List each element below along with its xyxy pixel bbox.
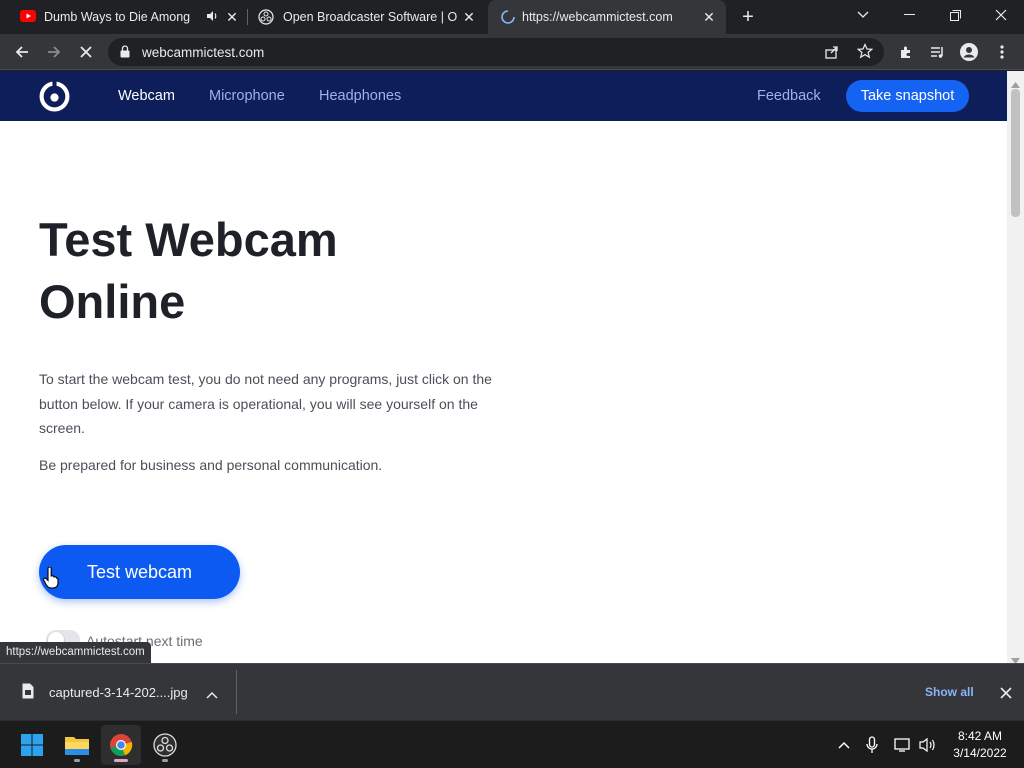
- chevron-up-icon[interactable]: [834, 734, 854, 756]
- menu-kebab-icon[interactable]: [988, 38, 1016, 66]
- file-explorer-icon[interactable]: [57, 725, 97, 765]
- active-indicator: [114, 759, 128, 762]
- take-snapshot-button[interactable]: Take snapshot: [846, 80, 969, 112]
- test-webcam-button[interactable]: Test webcam: [39, 545, 240, 599]
- close-icon[interactable]: ✕: [460, 8, 478, 26]
- forward-button[interactable]: [40, 38, 68, 66]
- tab-title: Dumb Ways to Die Among Us: [44, 10, 194, 24]
- extensions-icon[interactable]: [892, 38, 920, 66]
- nav-headphones[interactable]: Headphones: [319, 88, 401, 104]
- intro-text: To start the webcam test, you do not nee…: [39, 371, 492, 436]
- browser-toolbar: webcammictest.com: [0, 34, 1024, 70]
- tab-webcammictest[interactable]: https://webcammictest.com ✕: [488, 0, 726, 34]
- tab-strip: Dumb Ways to Die Among Us ✕ Open Broadca…: [0, 0, 1024, 34]
- obs-icon: [258, 9, 274, 28]
- running-indicator: [74, 759, 80, 762]
- stop-loading-button[interactable]: [72, 38, 100, 66]
- microphone-icon[interactable]: [862, 734, 882, 756]
- show-all-button[interactable]: Show all: [925, 685, 974, 699]
- close-shelf-icon[interactable]: [1000, 686, 1012, 704]
- network-icon[interactable]: [893, 734, 913, 756]
- hand-cursor-icon: [43, 566, 59, 594]
- link-status-bubble: https://webcammictest.com: [0, 642, 151, 663]
- file-icon: [22, 683, 34, 704]
- site-logo-icon[interactable]: [38, 80, 71, 118]
- youtube-icon: [20, 10, 36, 25]
- speaker-icon[interactable]: [205, 9, 219, 26]
- tab-search-button[interactable]: [840, 0, 886, 30]
- new-tab-button[interactable]: +: [736, 6, 760, 28]
- obs-taskbar-icon[interactable]: [145, 725, 185, 765]
- download-shelf: captured-3-14-202....jpg Show all: [0, 663, 1024, 720]
- volume-icon[interactable]: [918, 734, 938, 756]
- media-control-icon[interactable]: [923, 38, 951, 66]
- loading-spinner-icon: [500, 9, 516, 28]
- clock-time: 8:42 AM: [957, 729, 1003, 743]
- close-icon[interactable]: ✕: [223, 8, 241, 26]
- close-icon[interactable]: ✕: [700, 8, 718, 26]
- url-text[interactable]: webcammictest.com: [142, 45, 264, 60]
- scrollbar-thumb[interactable]: [1011, 89, 1020, 217]
- windows-taskbar: 8:42 AM 3/14/2022: [0, 720, 1024, 768]
- taskbar-clock[interactable]: 8:42 AM 3/14/2022: [944, 728, 1016, 762]
- nav-webcam[interactable]: Webcam: [118, 88, 175, 104]
- site-navbar: Webcam Microphone Headphones Feedback Ta…: [0, 71, 1007, 121]
- tab-youtube[interactable]: Dumb Ways to Die Among Us ✕: [8, 0, 245, 34]
- page-scrollbar[interactable]: [1007, 71, 1024, 664]
- chrome-icon[interactable]: [101, 725, 141, 765]
- download-divider: [236, 670, 237, 714]
- chevron-up-icon[interactable]: [206, 686, 218, 704]
- page-title: Test Webcam Online: [39, 213, 338, 328]
- tab-title: https://webcammictest.com: [522, 10, 673, 24]
- minimize-button[interactable]: [886, 0, 932, 30]
- lock-icon[interactable]: [120, 45, 130, 63]
- prepared-text: Be prepared for business and personal co…: [39, 457, 383, 473]
- back-button[interactable]: [8, 38, 36, 66]
- profile-avatar-icon[interactable]: [955, 38, 983, 66]
- tab-title: Open Broadcaster Software | OBS: [283, 10, 458, 24]
- running-indicator: [162, 759, 168, 762]
- tab-obs[interactable]: Open Broadcaster Software | OBS ✕: [248, 0, 486, 34]
- web-page: Webcam Microphone Headphones Feedback Ta…: [0, 71, 1007, 663]
- download-filename[interactable]: captured-3-14-202....jpg: [49, 685, 188, 700]
- start-button[interactable]: [12, 725, 52, 765]
- address-bar[interactable]: webcammictest.com: [108, 38, 884, 66]
- bookmark-star-icon[interactable]: [856, 43, 874, 64]
- share-icon[interactable]: [824, 44, 840, 65]
- clock-date: 3/14/2022: [953, 746, 1007, 760]
- restore-button[interactable]: [932, 0, 978, 30]
- nav-microphone[interactable]: Microphone: [209, 88, 285, 104]
- nav-feedback[interactable]: Feedback: [757, 88, 821, 104]
- close-window-button[interactable]: [978, 0, 1024, 30]
